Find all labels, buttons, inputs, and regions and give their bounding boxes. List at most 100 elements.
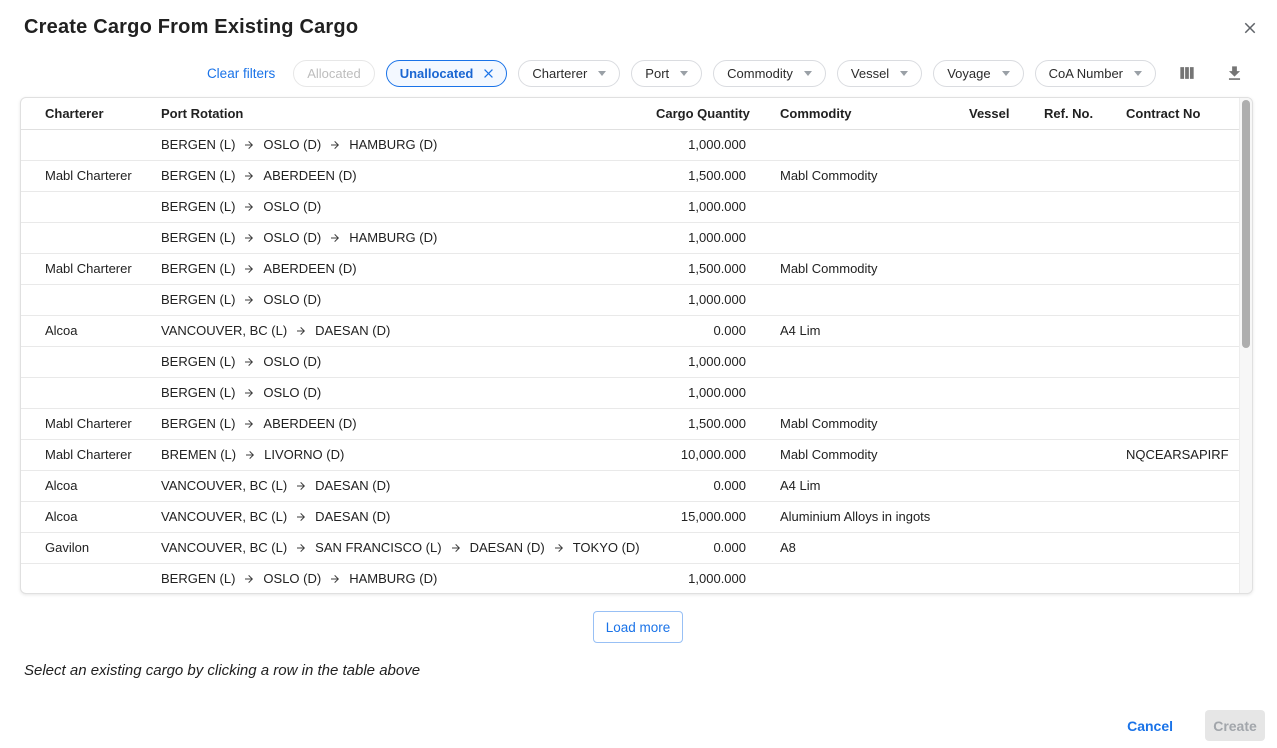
cell-cargo-quantity: 1,500.000 — [656, 160, 766, 191]
cell-vessel — [966, 439, 1044, 470]
cell-vessel — [966, 160, 1044, 191]
cell-commodity — [766, 222, 966, 253]
chevron-down-icon — [1002, 71, 1010, 76]
filter-dropdown-port[interactable]: Port — [631, 60, 702, 87]
cell-vessel — [966, 501, 1044, 532]
cell-cargo-quantity: 0.000 — [656, 532, 766, 563]
port-name: BERGEN (L) — [161, 354, 235, 369]
filter-dropdown-charterer[interactable]: Charterer — [518, 60, 620, 87]
cell-vessel — [966, 408, 1044, 439]
port-name: HAMBURG (D) — [349, 137, 437, 152]
scrollbar-thumb[interactable] — [1242, 100, 1250, 348]
table-row[interactable]: Mabl ChartererBERGEN (L)ABERDEEN (D)1,50… — [21, 408, 1240, 439]
cell-commodity: A8 — [766, 532, 966, 563]
column-header-port-rotation: Port Rotation — [161, 98, 656, 129]
filter-chip-unallocated[interactable]: Unallocated — [386, 60, 508, 87]
table-row[interactable]: BERGEN (L)OSLO (D)1,000.000 — [21, 191, 1240, 222]
cell-contract-no — [1126, 408, 1240, 439]
cell-port-rotation: VANCOUVER, BC (L)DAESAN (D) — [161, 501, 656, 532]
cell-vessel — [966, 191, 1044, 222]
cell-contract-no — [1126, 563, 1240, 594]
table-row[interactable]: BERGEN (L)OSLO (D)1,000.000 — [21, 377, 1240, 408]
arrow-forward-icon — [243, 354, 255, 369]
table-row[interactable]: AlcoaVANCOUVER, BC (L)DAESAN (D)15,000.0… — [21, 501, 1240, 532]
cell-port-rotation: BERGEN (L)OSLO (D) — [161, 191, 656, 222]
arrow-forward-icon — [329, 230, 341, 245]
cell-vessel — [966, 563, 1044, 594]
filter-dropdown-vessel[interactable]: Vessel — [837, 60, 922, 87]
table-row[interactable]: BERGEN (L)OSLO (D)HAMBURG (D)1,000.000 — [21, 563, 1240, 594]
cell-ref-no — [1044, 284, 1126, 315]
filter-dropdown-coa-number[interactable]: CoA Number — [1035, 60, 1156, 87]
columns-icon[interactable] — [1176, 62, 1198, 84]
clear-filters-link[interactable]: Clear filters — [207, 66, 275, 81]
port-name: OSLO (D) — [263, 230, 321, 245]
cell-charterer — [21, 129, 161, 160]
port-name: BERGEN (L) — [161, 416, 235, 431]
cell-contract-no — [1126, 160, 1240, 191]
port-name: OSLO (D) — [263, 292, 321, 307]
table-row[interactable]: BERGEN (L)OSLO (D)HAMBURG (D)1,000.000 — [21, 222, 1240, 253]
cell-commodity: Mabl Commodity — [766, 253, 966, 284]
table-row[interactable]: Mabl ChartererBERGEN (L)ABERDEEN (D)1,50… — [21, 160, 1240, 191]
arrow-forward-icon — [243, 571, 255, 586]
cell-contract-no — [1126, 377, 1240, 408]
table-row[interactable]: AlcoaVANCOUVER, BC (L)DAESAN (D)0.000A4 … — [21, 315, 1240, 346]
cell-vessel — [966, 377, 1044, 408]
cell-charterer — [21, 377, 161, 408]
cell-port-rotation: BREMEN (L) LIVORNO (D) — [161, 439, 656, 470]
create-button[interactable]: Create — [1205, 710, 1265, 741]
cell-ref-no — [1044, 470, 1126, 501]
cell-port-rotation: BERGEN (L)OSLO (D) — [161, 346, 656, 377]
filter-dropdown-voyage[interactable]: Voyage — [933, 60, 1023, 87]
cell-port-rotation: VANCOUVER, BC (L)DAESAN (D) — [161, 470, 656, 501]
cell-vessel — [966, 129, 1044, 160]
table-row[interactable]: BERGEN (L)OSLO (D)1,000.000 — [21, 346, 1240, 377]
cell-ref-no — [1044, 160, 1126, 191]
cell-vessel — [966, 222, 1044, 253]
chip-label: Charterer — [532, 66, 587, 81]
filter-chip-allocated[interactable]: Allocated — [293, 60, 374, 87]
vertical-scrollbar[interactable] — [1239, 98, 1252, 593]
table-row[interactable]: Mabl ChartererBREMEN (L)LIVORNO (D)10,00… — [21, 439, 1240, 470]
table-row[interactable]: BERGEN (L)OSLO (D)1,000.000 — [21, 284, 1240, 315]
cell-charterer — [21, 191, 161, 222]
table-row[interactable]: AlcoaVANCOUVER, BC (L)DAESAN (D)0.000A4 … — [21, 470, 1240, 501]
cell-charterer: Alcoa — [21, 315, 161, 346]
cell-ref-no — [1044, 408, 1126, 439]
cell-contract-no — [1126, 284, 1240, 315]
close-icon[interactable] — [481, 66, 496, 81]
filter-dropdown-commodity[interactable]: Commodity — [713, 60, 826, 87]
close-button[interactable] — [1239, 17, 1261, 39]
column-header-contract-no: Contract No — [1126, 98, 1240, 129]
cancel-button[interactable]: Cancel — [1119, 712, 1181, 740]
cell-cargo-quantity: 1,500.000 — [656, 253, 766, 284]
port-name: LIVORNO (D) — [264, 447, 344, 462]
cell-cargo-quantity: 1,000.000 — [656, 377, 766, 408]
cell-commodity: Mabl Commodity — [766, 408, 966, 439]
port-name: TOKYO (D) — [573, 540, 640, 555]
table-row[interactable]: GavilonVANCOUVER, BC (L)SAN FRANCISCO (L… — [21, 532, 1240, 563]
download-icon[interactable] — [1223, 62, 1245, 84]
table-row[interactable]: Mabl ChartererBERGEN (L)ABERDEEN (D)1,50… — [21, 253, 1240, 284]
cell-ref-no — [1044, 315, 1126, 346]
cell-commodity: Mabl Commodity — [766, 439, 966, 470]
cell-charterer: Mabl Charterer — [21, 408, 161, 439]
port-name: BREMEN (L) — [161, 447, 236, 462]
table-row[interactable]: BERGEN (L)OSLO (D)HAMBURG (D)1,000.000 — [21, 129, 1240, 160]
arrow-forward-icon — [243, 168, 255, 183]
load-more-button[interactable]: Load more — [593, 611, 683, 643]
cell-vessel — [966, 470, 1044, 501]
cell-cargo-quantity: 10,000.000 — [656, 439, 766, 470]
chip-label: Vessel — [851, 66, 889, 81]
port-name: DAESAN (D) — [315, 323, 390, 338]
cell-charterer: Alcoa — [21, 501, 161, 532]
cell-ref-no — [1044, 563, 1126, 594]
cell-contract-no: NQCEARSAPIRF — [1126, 439, 1240, 470]
port-name: BERGEN (L) — [161, 261, 235, 276]
cargo-table-card: Charterer Port Rotation Cargo Quantity C… — [20, 97, 1253, 594]
cell-contract-no — [1126, 253, 1240, 284]
cell-vessel — [966, 532, 1044, 563]
port-name: HAMBURG (D) — [349, 230, 437, 245]
column-header-cargo-quantity: Cargo Quantity — [656, 98, 766, 129]
